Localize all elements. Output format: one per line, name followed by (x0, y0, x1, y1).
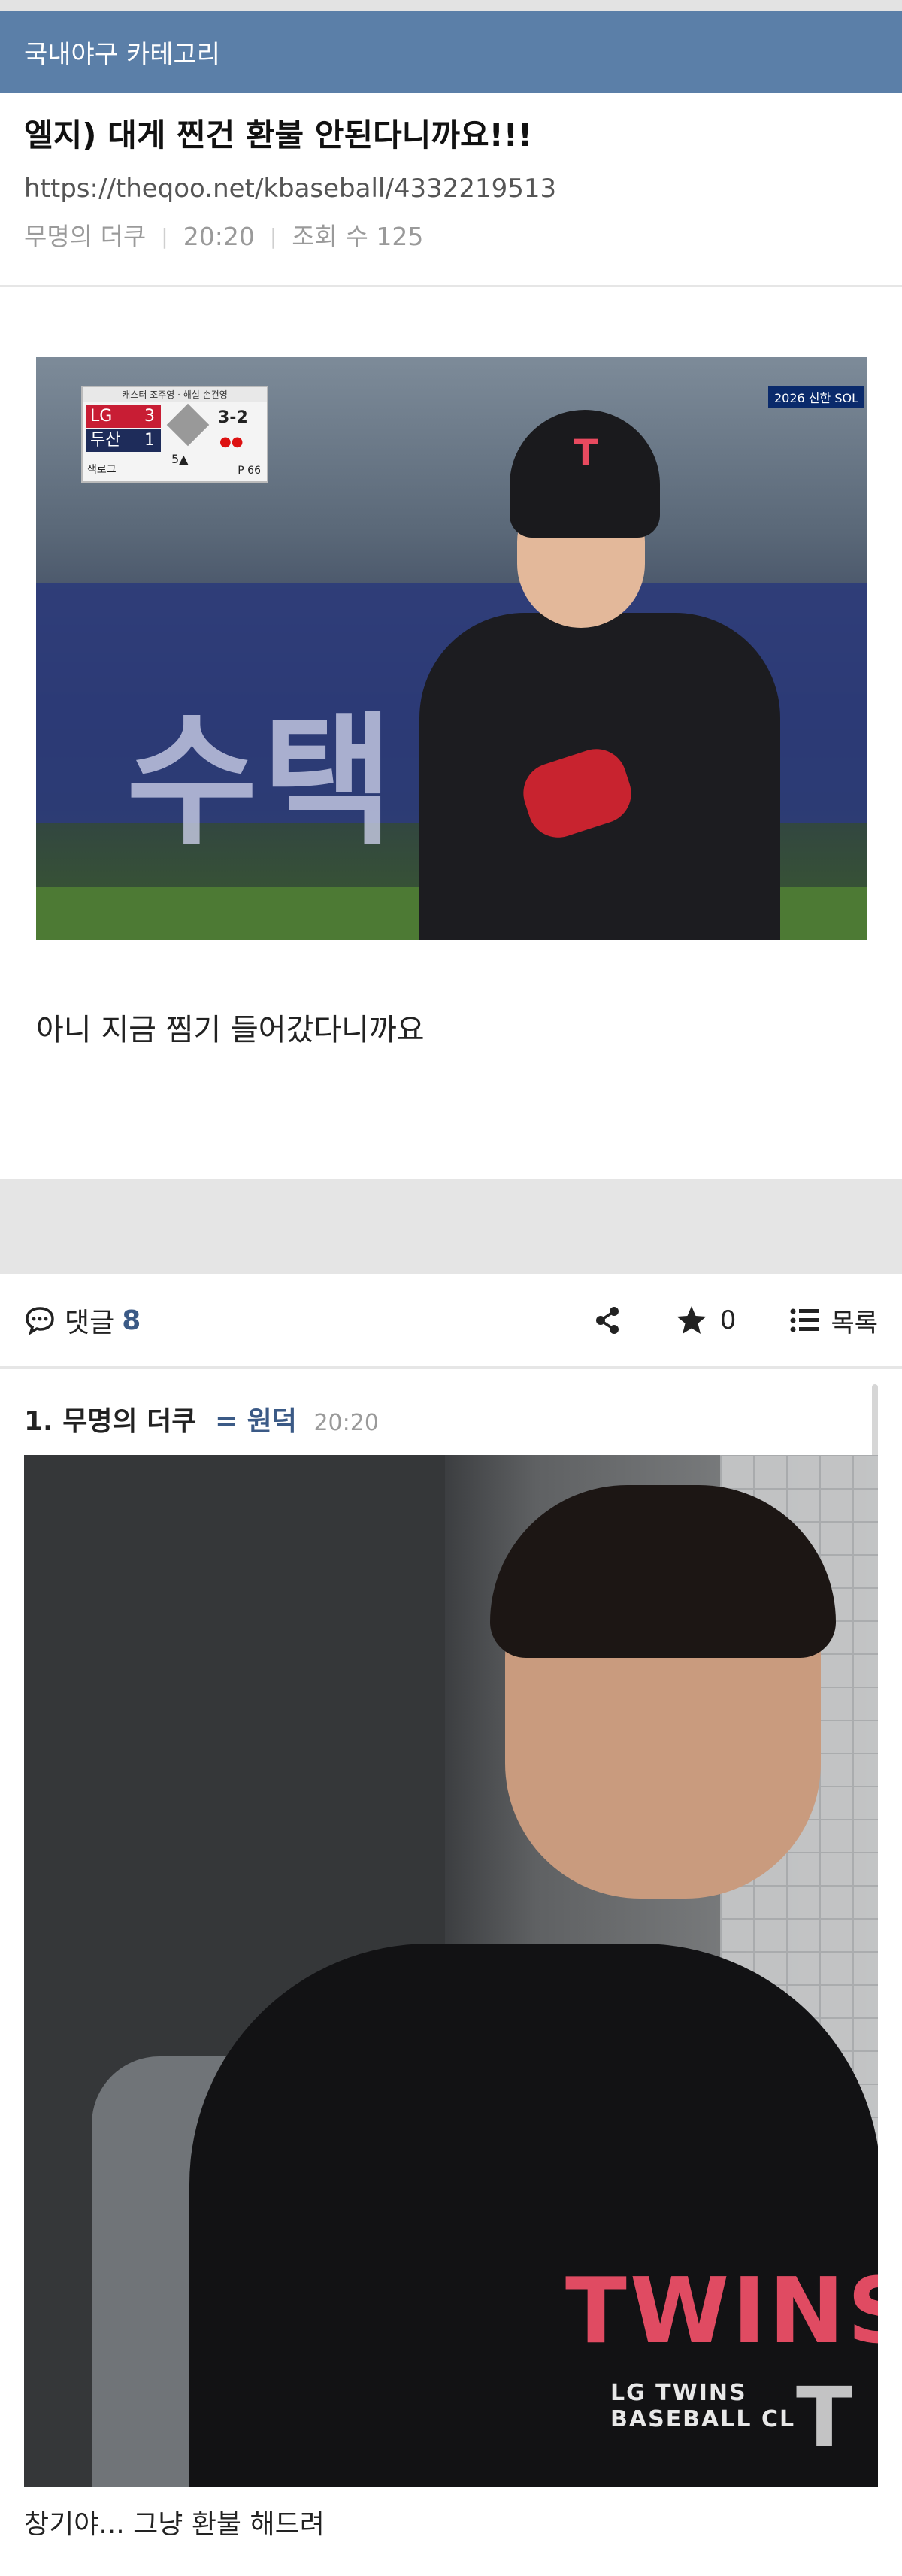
team1-name: LG (90, 407, 113, 426)
outs-indicator: ●● (219, 434, 244, 450)
category-bar[interactable]: 국내야구 카테고리 (0, 11, 902, 93)
watermark-logo: T (795, 2369, 852, 2465)
star-button[interactable]: 0 (675, 1305, 737, 1336)
post-title: 엘지) 대게 찐건 환불 안된다니까요!!! (24, 117, 533, 153)
post-meta: 무명의 더쿠 | 20:20 | 조회 수 125 (24, 220, 878, 254)
post-time: 20:20 (183, 222, 255, 251)
comment-number: 1. (24, 1406, 53, 1437)
list-button[interactable]: 목록 (790, 1302, 878, 1339)
comment-count-button[interactable]: 댓글 8 (24, 1301, 141, 1340)
post-author: 무명의 더쿠 (24, 222, 147, 251)
banner-text: 수택 (126, 699, 398, 865)
scoreboard-header: 캐스터 조주영 · 해설 손건영 (83, 387, 267, 402)
comment-image-player-portrait[interactable]: TWINS LG TWINS BASEBALL CL T (24, 1455, 878, 2487)
star-count: 0 (719, 1305, 737, 1335)
post-body: 수택 T 캐스터 조주영 · 해설 손건영 LG 3 두산 1 5▲ 3-2 ●… (0, 287, 902, 1179)
share-icon[interactable] (594, 1305, 621, 1335)
pitcher-name: 잭로그 (87, 464, 117, 476)
scoreboard-row-doosan: 두산 1 (86, 429, 161, 452)
list-icon (790, 1308, 819, 1332)
scoreboard-row-lg: LG 3 (86, 405, 161, 428)
star-icon (676, 1306, 707, 1334)
post-actions: 0 목록 (594, 1302, 878, 1339)
shirt-logo-text: TWINS (565, 2259, 878, 2364)
comment-count: 8 (122, 1305, 141, 1336)
post-image-baseball-player[interactable]: 수택 T 캐스터 조주영 · 해설 손건영 LG 3 두산 1 5▲ 3-2 ●… (36, 357, 867, 940)
comment-time: 20:20 (313, 1410, 379, 1436)
comment-text: 창기야... 그냥 환불 해드려 (24, 2509, 325, 2540)
team1-score: 3 (144, 407, 155, 426)
comment-item: 1. 무명의 더쿠 = 원덕 20:20 TWINS LG TWINS BASE… (0, 1369, 902, 2576)
list-label: 목록 (831, 1308, 878, 1338)
ball-strike-count: 3-2 (218, 408, 248, 427)
comment-icon (26, 1307, 54, 1335)
team2-name: 두산 (90, 431, 121, 450)
post-views: 조회 수 125 (292, 222, 424, 251)
status-strip (0, 0, 902, 11)
bases-diamond-icon (166, 403, 210, 447)
meta-divider: | (161, 224, 168, 249)
comment-toolbar: 댓글 8 0 목록 (0, 1274, 902, 1369)
post-header: 엘지) 대게 찐건 환불 안된다니까요!!! https://theqoo.ne… (0, 93, 902, 287)
post-url[interactable]: https://theqoo.net/kbaseball/4332219513 (24, 171, 878, 206)
category-title[interactable]: 국내야구 카테고리 (24, 34, 220, 71)
comment-label: 댓글 (65, 1308, 115, 1338)
player-figure: T (404, 402, 795, 940)
meta-divider: | (269, 224, 277, 249)
section-divider (0, 1179, 902, 1274)
helmet-logo: T (574, 432, 598, 474)
comment-author: 무명의 더쿠 (62, 1406, 197, 1437)
inning: 5▲ (171, 452, 189, 466)
team2-score: 1 (144, 431, 155, 450)
broadcaster-logo: 2026 신한 SOL (768, 386, 864, 408)
comment-header: 1. 무명의 더쿠 = 원덕 20:20 (24, 1399, 379, 1438)
scoreboard-overlay: 캐스터 조주영 · 해설 손건영 LG 3 두산 1 5▲ 3-2 ●● 잭로그… (81, 386, 268, 483)
pitch-count: P 66 (238, 465, 261, 477)
comment-author-badge: = 원덕 (214, 1406, 297, 1437)
post-body-text: 아니 지금 찜기 들어갔다니까요 (36, 1013, 425, 1047)
